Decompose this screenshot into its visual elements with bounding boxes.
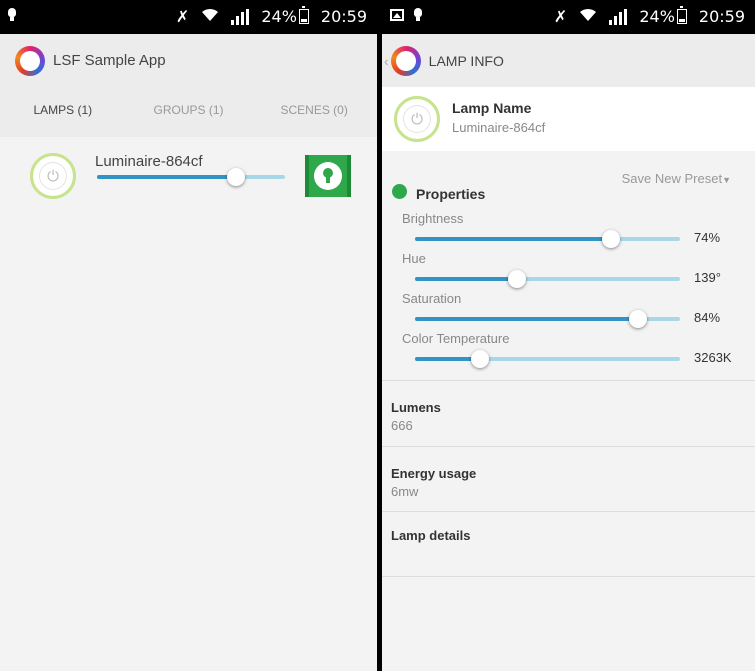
tab-scenes[interactable]: SCENES (0) xyxy=(251,87,377,137)
lamp-details-label: Lamp details xyxy=(391,528,471,543)
status-bar: ✗ 24% 20:59 xyxy=(382,0,755,34)
back-chevron-icon: ‹ xyxy=(384,52,389,69)
app-title: LSF Sample App xyxy=(53,52,166,69)
power-icon: ⏻ xyxy=(411,110,423,128)
battery-percent: 24% xyxy=(261,7,297,26)
dropdown-arrow-icon: ▼ xyxy=(722,175,731,185)
lamp-brightness-slider[interactable] xyxy=(97,168,285,186)
slider-thumb[interactable] xyxy=(602,230,621,248)
battery-icon xyxy=(676,6,687,24)
wifi-icon xyxy=(579,7,597,26)
property-slider[interactable] xyxy=(415,270,680,288)
clock: 20:59 xyxy=(320,7,367,26)
property-label: Color Temperature xyxy=(402,331,510,346)
property-label: Hue xyxy=(402,251,426,266)
battery-percent: 24% xyxy=(639,7,675,26)
app-logo xyxy=(390,45,421,76)
property-slider[interactable] xyxy=(415,230,680,248)
screen-title: LAMP INFO xyxy=(428,52,504,69)
clock: 20:59 xyxy=(698,7,745,26)
lamp-color-button[interactable] xyxy=(305,155,351,197)
lamp-power-button[interactable]: ⏻ xyxy=(394,96,440,142)
slider-thumb[interactable] xyxy=(470,350,489,368)
lamp-name: Luminaire-864cf xyxy=(95,153,203,170)
wifi-icon xyxy=(201,7,219,26)
tab-groups[interactable]: GROUPS (1) xyxy=(126,87,252,137)
lamp-name-value[interactable]: Luminaire-864cf xyxy=(452,120,545,135)
bulb-icon xyxy=(414,8,422,21)
lamp-info-screen: ✗ 24% 20:59 ‹ LAMP INFO ⏻ Lamp Name Lumi… xyxy=(382,0,755,671)
property-value: 139° xyxy=(694,270,721,285)
signal-icon xyxy=(609,8,628,25)
light-bulb-icon xyxy=(314,162,342,190)
back-button[interactable]: ‹ xyxy=(382,45,421,76)
properties-color-indicator[interactable] xyxy=(392,184,407,199)
lamps-screen: ✗ 24% 20:59 LSF Sample App LAMPS (1) GRO… xyxy=(0,0,377,671)
property-value: 84% xyxy=(694,310,721,325)
lamp-list-item[interactable]: ⏻ Luminaire-864cf xyxy=(0,137,377,215)
lumens-label: Lumens xyxy=(391,400,441,415)
action-bar: LSF Sample App xyxy=(0,34,377,87)
property-slider[interactable] xyxy=(415,350,680,368)
property-label: Saturation xyxy=(402,291,462,306)
lumens-section: Lumens 666 xyxy=(382,380,755,446)
tab-lamps[interactable]: LAMPS (1) xyxy=(0,87,126,137)
image-icon xyxy=(390,8,404,21)
property-label: Brightness xyxy=(402,211,464,226)
energy-value: 6mw xyxy=(391,484,419,499)
battery-icon xyxy=(298,6,309,24)
action-bar: ‹ LAMP INFO xyxy=(382,34,755,87)
property-value: 3263K xyxy=(694,350,732,365)
signal-icon xyxy=(231,8,250,25)
mute-icon: ✗ xyxy=(175,7,190,26)
lamp-name-header: ⏻ Lamp Name Luminaire-864cf xyxy=(382,87,755,151)
property-value: 74% xyxy=(694,230,721,245)
slider-thumb[interactable] xyxy=(628,310,647,328)
power-icon: ⏻ xyxy=(47,167,59,185)
properties-title: Properties xyxy=(416,186,486,202)
save-preset-dropdown[interactable]: Save New Preset▼ xyxy=(622,171,731,186)
tab-bar: LAMPS (1) GROUPS (1) SCENES (0) xyxy=(0,87,377,137)
mute-icon: ✗ xyxy=(553,7,568,26)
app-logo xyxy=(15,45,45,76)
slider-thumb[interactable] xyxy=(227,168,246,186)
status-bar: ✗ 24% 20:59 xyxy=(0,0,377,34)
slider-thumb[interactable] xyxy=(508,270,527,288)
lamp-name-label: Lamp Name xyxy=(452,100,532,116)
energy-label: Energy usage xyxy=(391,466,477,481)
bulb-icon xyxy=(8,8,16,21)
lumens-value: 666 xyxy=(391,418,413,433)
energy-section: Energy usage 6mw xyxy=(382,446,755,511)
property-slider[interactable] xyxy=(415,310,680,328)
save-preset-label: Save New Preset xyxy=(621,171,723,186)
lamp-details-section[interactable]: Lamp details xyxy=(382,511,755,577)
lamp-power-button[interactable]: ⏻ xyxy=(30,153,76,199)
